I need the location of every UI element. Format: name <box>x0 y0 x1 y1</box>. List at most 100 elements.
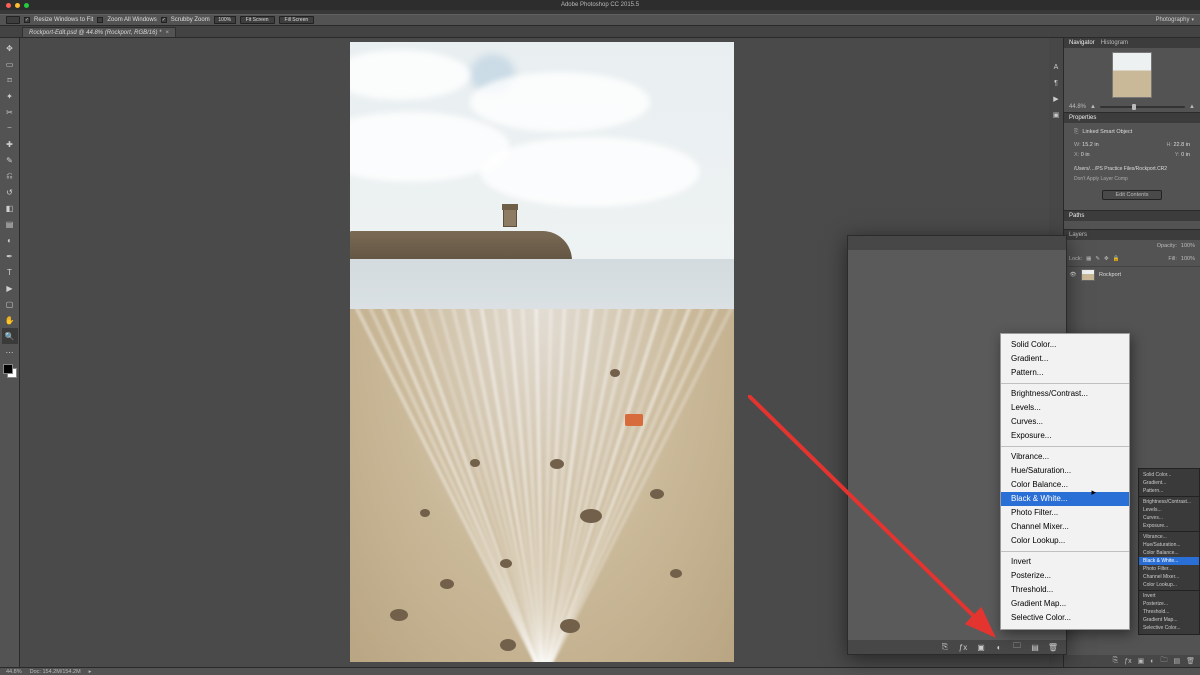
menu-item-color-lookup[interactable]: Color Lookup... <box>1001 534 1129 548</box>
menu-item-posterize[interactable]: Posterize... <box>1139 600 1199 608</box>
menu-item-brightness-contrast[interactable]: Brightness/Contrast... <box>1001 387 1129 401</box>
move-tool-icon[interactable]: ✥ <box>2 40 18 56</box>
tab-histogram[interactable]: Histogram <box>1101 40 1128 46</box>
delete-layer-icon[interactable]: 🗑 <box>1186 657 1195 665</box>
scrubby-zoom-checkbox[interactable]: ✓ <box>161 17 167 23</box>
tool-preset-picker[interactable] <box>6 16 20 24</box>
menu-item-gradient[interactable]: Gradient... <box>1139 479 1199 487</box>
menu-item-threshold[interactable]: Threshold... <box>1139 608 1199 616</box>
link-layers-icon[interactable]: ⎘ <box>940 642 950 652</box>
healing-tool-icon[interactable]: ✚ <box>2 136 18 152</box>
brush-tool-icon[interactable]: ✎ <box>2 152 18 168</box>
menu-item-solid-color[interactable]: Solid Color... <box>1139 471 1199 479</box>
shape-tool-icon[interactable]: ▢ <box>2 296 18 312</box>
delete-layer-icon[interactable]: 🗑 <box>1048 642 1058 652</box>
menu-item-exposure[interactable]: Exposure... <box>1001 429 1129 443</box>
menu-item-channel-mixer[interactable]: Channel Mixer... <box>1001 520 1129 534</box>
document-tab[interactable]: Rockport-Edit.psd @ 44.8% (Rockport, RGB… <box>22 27 176 37</box>
group-icon[interactable]: 🗀 <box>1012 642 1022 652</box>
color-swatches[interactable] <box>3 364 17 378</box>
group-icon[interactable]: 🗀 <box>1160 656 1167 667</box>
tab-properties[interactable]: Properties <box>1069 115 1096 121</box>
stamp-tool-icon[interactable]: ⎌ <box>2 168 18 184</box>
foreground-color-swatch[interactable] <box>3 364 13 374</box>
menu-item-invert[interactable]: Invert <box>1001 555 1129 569</box>
tab-layers[interactable]: Layers <box>1069 232 1087 238</box>
menu-item-threshold[interactable]: Threshold... <box>1001 583 1129 597</box>
new-layer-icon[interactable]: ▤ <box>1173 657 1180 665</box>
floating-window-header[interactable] <box>848 236 1066 250</box>
marquee-tool-icon[interactable]: ▭ <box>2 56 18 72</box>
menu-item-black-white[interactable]: Black & White... <box>1139 557 1199 565</box>
menu-item-color-balance[interactable]: Color Balance... <box>1139 549 1199 557</box>
adjustment-layer-icon[interactable]: ◐ <box>1150 658 1154 665</box>
menu-item-selective-color[interactable]: Selective Color... <box>1139 624 1199 632</box>
link-layers-icon[interactable]: ⎘ <box>1113 657 1119 665</box>
layer-mask-icon[interactable]: ▣ <box>976 642 986 652</box>
status-doc-size[interactable]: Doc: 154.2M/154.2M <box>30 669 81 675</box>
path-select-tool-icon[interactable]: ▶ <box>2 280 18 296</box>
menu-item-black-white[interactable]: Black & White... <box>1001 492 1129 506</box>
navigator-zoom-slider[interactable] <box>1100 106 1185 108</box>
actions-panel-icon[interactable]: ▣ <box>1051 110 1061 120</box>
menu-item-selective-color[interactable]: Selective Color... <box>1001 611 1129 625</box>
lock-pixels-icon[interactable]: ✎ <box>1095 255 1100 264</box>
edit-toolbar-icon[interactable]: ⋯ <box>2 344 18 360</box>
lock-transparency-icon[interactable]: ▦ <box>1086 255 1091 264</box>
status-arrow-icon[interactable]: ▸ <box>89 669 92 675</box>
menu-item-channel-mixer[interactable]: Channel Mixer... <box>1139 573 1199 581</box>
menu-item-exposure[interactable]: Exposure... <box>1139 522 1199 530</box>
fill-value[interactable]: 100% <box>1181 255 1195 264</box>
adjustment-layer-icon[interactable]: ◐ <box>994 642 1004 652</box>
new-layer-icon[interactable]: ▤ <box>1030 642 1040 652</box>
layer-style-icon[interactable]: ƒx <box>958 642 968 652</box>
menu-item-posterize[interactable]: Posterize... <box>1001 569 1129 583</box>
new-adjustment-layer-menu[interactable]: Solid Color...Gradient...Pattern...Brigh… <box>1000 333 1130 630</box>
eyedropper-tool-icon[interactable]: ⎯ <box>2 120 18 136</box>
lasso-tool-icon[interactable]: ⌑ <box>2 72 18 88</box>
menu-item-color-balance[interactable]: Color Balance... <box>1001 478 1129 492</box>
quick-select-tool-icon[interactable]: ✦ <box>2 88 18 104</box>
menu-item-pattern[interactable]: Pattern... <box>1139 487 1199 495</box>
menu-item-solid-color[interactable]: Solid Color... <box>1001 338 1129 352</box>
resize-windows-checkbox[interactable]: ✓ <box>24 17 30 23</box>
menu-item-levels[interactable]: Levels... <box>1139 506 1199 514</box>
history-panel-icon[interactable]: ▶ <box>1051 94 1061 104</box>
zoom-100-button[interactable]: 100% <box>214 16 236 24</box>
layer-row[interactable]: 👁 Rockport <box>1064 266 1200 283</box>
visibility-toggle-icon[interactable]: 👁 <box>1069 272 1077 278</box>
zoom-tool-icon[interactable]: 🔍 <box>2 328 18 344</box>
edit-contents-button[interactable]: Edit Contents <box>1102 190 1162 200</box>
menu-item-vibrance[interactable]: Vibrance... <box>1139 533 1199 541</box>
menu-item-hue-saturation[interactable]: Hue/Saturation... <box>1001 464 1129 478</box>
lock-all-icon[interactable]: 🔒 <box>1113 255 1120 264</box>
layer-thumbnail[interactable] <box>1081 269 1095 281</box>
dodge-tool-icon[interactable]: ◐ <box>2 232 18 248</box>
menu-item-vibrance[interactable]: Vibrance... <box>1001 450 1129 464</box>
history-brush-tool-icon[interactable]: ↺ <box>2 184 18 200</box>
menu-item-levels[interactable]: Levels... <box>1001 401 1129 415</box>
zoom-all-checkbox[interactable] <box>97 17 103 23</box>
menu-item-brightness-contrast[interactable]: Brightness/Contrast... <box>1139 498 1199 506</box>
menu-item-color-lookup[interactable]: Color Lookup... <box>1139 581 1199 589</box>
character-panel-icon[interactable]: A <box>1051 62 1061 72</box>
crop-tool-icon[interactable]: ✂ <box>2 104 18 120</box>
eraser-tool-icon[interactable]: ◧ <box>2 200 18 216</box>
pen-tool-icon[interactable]: ✒ <box>2 248 18 264</box>
type-tool-icon[interactable]: T <box>2 264 18 280</box>
hand-tool-icon[interactable]: ✋ <box>2 312 18 328</box>
zoom-out-icon[interactable]: ▲ <box>1090 104 1096 110</box>
fill-screen-button[interactable]: Fill Screen <box>279 16 315 24</box>
opacity-value[interactable]: 100% <box>1181 242 1195 251</box>
menu-item-hue-saturation[interactable]: Hue/Saturation... <box>1139 541 1199 549</box>
tab-paths[interactable]: Paths <box>1069 213 1084 219</box>
menu-item-gradient[interactable]: Gradient... <box>1001 352 1129 366</box>
layer-mask-icon[interactable]: ▣ <box>1138 657 1145 665</box>
menu-item-curves[interactable]: Curves... <box>1001 415 1129 429</box>
fit-screen-button[interactable]: Fit Screen <box>240 16 275 24</box>
gradient-tool-icon[interactable]: ▤ <box>2 216 18 232</box>
tab-navigator[interactable]: Navigator <box>1069 40 1095 46</box>
paragraph-panel-icon[interactable]: ¶ <box>1051 78 1061 88</box>
navigator-thumbnail[interactable] <box>1112 52 1152 98</box>
document-canvas[interactable] <box>350 42 734 662</box>
